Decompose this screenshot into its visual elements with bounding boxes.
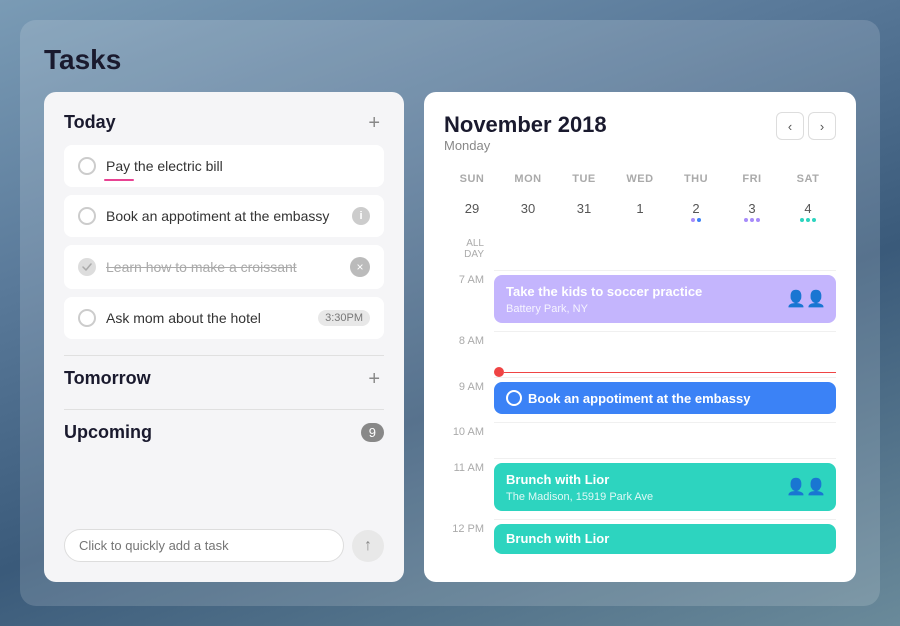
section-divider [64,409,384,410]
timeline-content-12pm: Brunch with Lior [494,519,836,562]
event-subtitle: The Madison, 15919 Park Ave [506,491,824,503]
time-label-12pm: 12 PM [444,519,494,535]
app-container: Tasks Today + Pay the electric bill Book… [20,20,880,606]
week-date[interactable]: 4 [780,197,836,226]
event-avatars: 👤👤 [786,289,826,309]
quick-add-submit-button[interactable]: ↑ [352,530,384,562]
section-divider [64,355,384,356]
upcoming-label: Upcoming [64,422,152,443]
current-time-line [504,372,836,373]
event-avatars: 👤👤 [786,477,826,497]
week-dates-grid: 29 30 31 1 2 3 [444,197,836,226]
timeline-content-9am: Book an appotiment at the embassy [494,377,836,422]
time-label-10am: 10 AM [444,422,494,438]
task-item: Learn how to make a croissant × [64,245,384,289]
task-item: Book an appotiment at the embassy i [64,195,384,237]
event-title: Brunch with Lior [506,472,609,487]
task-text: Book an appotiment at the embassy [106,208,342,224]
timeline: ALL DAY 7 AM Take the kids to soccer pra… [444,234,836,562]
upcoming-section-header: Upcoming 9 [64,422,384,443]
panels: Today + Pay the electric bill Book an ap… [44,92,856,582]
event-brunch-12[interactable]: Brunch with Lior [494,524,836,554]
task-text: Ask mom about the hotel [106,310,308,326]
week-date[interactable]: 3 [724,197,780,226]
cal-prev-button[interactable]: ‹ [776,112,804,140]
tomorrow-section-header: Tomorrow + [64,368,384,389]
event-title: Book an appotiment at the embassy [528,391,751,406]
week-day-header: SAT [780,169,836,189]
task-circle[interactable] [78,207,96,225]
week-date-today[interactable]: 31 [556,197,612,226]
cal-next-button[interactable]: › [808,112,836,140]
week-date[interactable]: 29 [444,197,500,226]
task-check-done [78,258,96,276]
calendar-nav: ‹ › [776,112,836,140]
current-time-dot [494,367,504,377]
week-date[interactable]: 2 [668,197,724,226]
task-close-button[interactable]: × [350,257,370,277]
task-text: Pay the electric bill [106,158,370,174]
add-tomorrow-button[interactable]: + [364,369,384,389]
week-header-grid: SUN MON TUE WED THU FRI SAT [444,169,836,189]
task-circle[interactable] [78,309,96,327]
task-time-badge: 3:30PM [318,310,370,326]
event-title: Brunch with Lior [506,531,609,546]
task-item: Pay the electric bill [64,145,384,187]
timeline-content-10am [494,422,836,458]
week-day-header: MON [500,169,556,189]
timeline-row-9am: 9 AM Book an appotiment at the embassy [444,377,836,422]
week-day-header: SUN [444,169,500,189]
timeline-row-allday: ALL DAY [444,234,836,270]
event-soccer[interactable]: Take the kids to soccer practice Battery… [494,275,836,323]
info-icon[interactable]: i [352,207,370,225]
allday-label: ALL DAY [444,234,494,260]
task-item: Ask mom about the hotel 3:30PM [64,297,384,339]
timeline-row-10am: 10 AM [444,422,836,458]
task-underline [104,179,134,181]
add-today-button[interactable]: + [364,113,384,133]
upcoming-badge: 9 [361,423,384,442]
week-day-header: THU [668,169,724,189]
timeline-row-8am: 8 AM [444,331,836,367]
tomorrow-label: Tomorrow [64,368,151,389]
allday-content [494,234,836,270]
week-day-header: TUE [556,169,612,189]
task-text-done: Learn how to make a croissant [106,259,340,275]
time-label-7am: 7 AM [444,270,494,286]
time-label-8am: 8 AM [444,331,494,347]
timeline-row-11am: 11 AM Brunch with Lior The Madison, 1591… [444,458,836,519]
right-panel: November 2018 Monday ‹ › SUN MON TUE WED… [424,92,856,582]
timeline-content-11am: Brunch with Lior The Madison, 15919 Park… [494,458,836,519]
timeline-content-7am: Take the kids to soccer practice Battery… [494,270,836,331]
time-label-9am: 9 AM [444,377,494,393]
event-embassy[interactable]: Book an appotiment at the embassy [494,382,836,414]
week-date[interactable]: 1 [612,197,668,226]
event-brunch-11[interactable]: Brunch with Lior The Madison, 15919 Park… [494,463,836,511]
week-day-header: WED [612,169,668,189]
week-date[interactable]: 30 [500,197,556,226]
task-circle[interactable] [78,157,96,175]
app-title: Tasks [44,44,856,76]
calendar-day-name: Monday [444,138,607,153]
event-circle-icon [506,390,522,406]
timeline-row-7am: 7 AM Take the kids to soccer practice Ba… [444,270,836,331]
timeline-row-12pm: 12 PM Brunch with Lior [444,519,836,562]
event-title: Take the kids to soccer practice [506,284,702,299]
calendar-month-group: November 2018 Monday [444,112,607,165]
today-label: Today [64,112,116,133]
quick-add-bar: ↑ [64,513,384,562]
timeline-content-8am [494,331,836,367]
calendar-month: November 2018 [444,112,607,138]
week-day-header: FRI [724,169,780,189]
calendar-header: November 2018 Monday ‹ › [444,112,836,165]
today-section-header: Today + [64,112,384,133]
time-label-11am: 11 AM [444,458,494,474]
event-subtitle: Battery Park, NY [506,303,824,315]
quick-add-input[interactable] [64,529,344,562]
left-panel: Today + Pay the electric bill Book an ap… [44,92,404,582]
